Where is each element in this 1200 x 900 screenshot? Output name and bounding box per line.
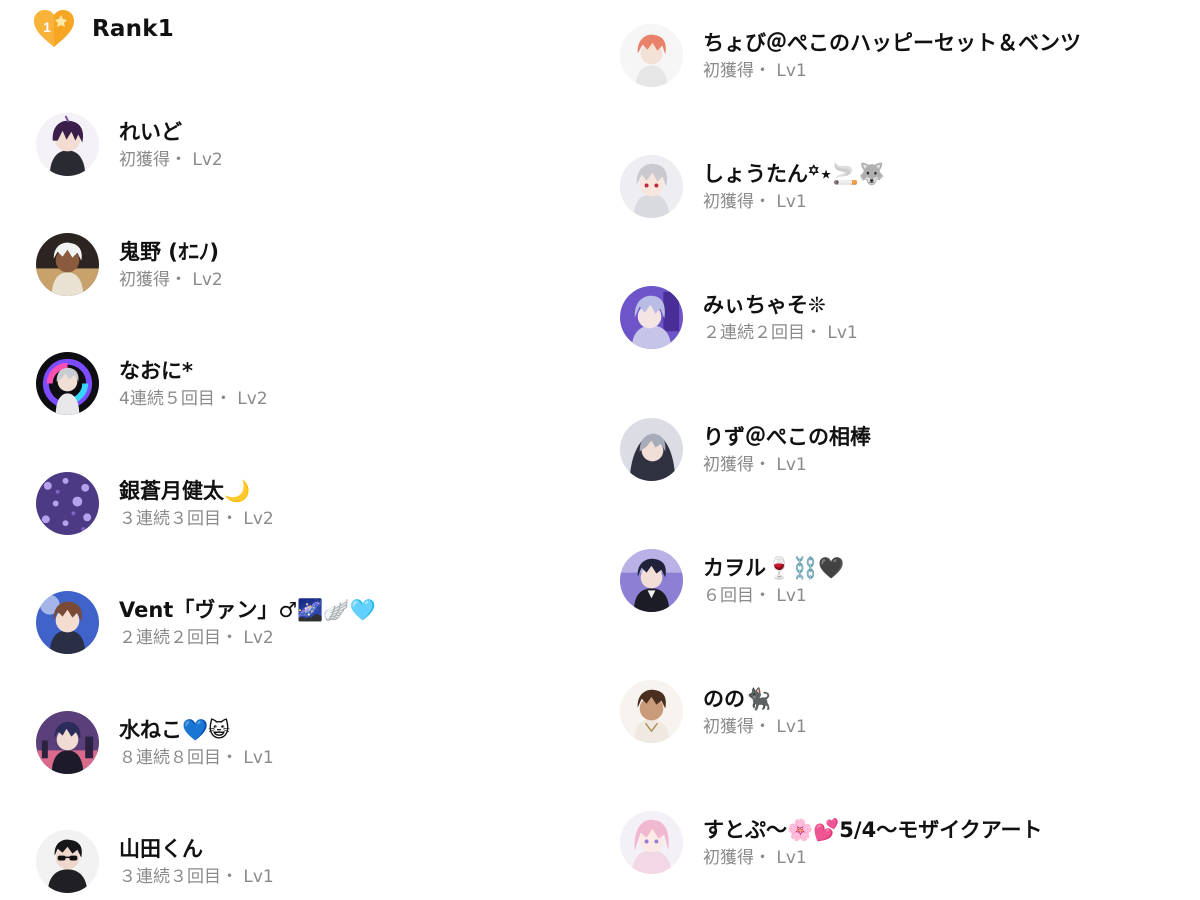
user-name: なおに* [119, 358, 193, 383]
avatar[interactable] [36, 830, 99, 893]
user-row[interactable]: しょうたん꙳⋆🚬🐺 初獲得・ Lv1 [620, 155, 885, 218]
user-row[interactable]: のの🐈‍⬛ 初獲得・ Lv1 [620, 680, 807, 743]
avatar[interactable] [620, 680, 683, 743]
avatar[interactable] [36, 711, 99, 774]
user-streak-level: 初獲得・ Lv1 [703, 454, 807, 475]
user-row[interactable]: Vent「ヴァン」♂🌌🪽🩵 ２連続２回目・ Lv2 [36, 591, 376, 654]
user-row[interactable]: みぃちゃそ❊ ２連続２回目・ Lv1 [620, 286, 858, 349]
user-name: ちょび＠ぺこのハッピーセット＆ベンツ [703, 30, 1081, 55]
user-streak-level: ２連続２回目・ Lv1 [703, 322, 858, 343]
user-row[interactable]: カヲル🍷⛓️🖤 ６回目・ Lv1 [620, 549, 844, 612]
user-streak-level: 初獲得・ Lv1 [703, 60, 807, 81]
user-name: りず＠ぺこの相棒 [703, 424, 871, 449]
user-streak-level: ２連続２回目・ Lv2 [119, 627, 274, 648]
badge-number: 1 [43, 19, 51, 35]
avatar[interactable] [620, 549, 683, 612]
user-name: Vent「ヴァン」♂🌌🪽🩵 [119, 597, 376, 622]
avatar[interactable] [36, 352, 99, 415]
avatar[interactable] [620, 811, 683, 874]
rank-title: Rank1 [92, 16, 174, 42]
user-name: 銀蒼月健太🌙 [119, 478, 251, 503]
user-streak-level: ６回目・ Lv1 [703, 585, 807, 606]
user-name: 鬼野 (ｵﾆﾉ) [119, 239, 220, 264]
user-streak-level: ３連続３回目・ Lv1 [119, 866, 274, 887]
user-row[interactable]: りず＠ぺこの相棒 初獲得・ Lv1 [620, 418, 871, 481]
user-streak-level: 初獲得・ Lv1 [703, 716, 807, 737]
user-row[interactable]: 水ねこ💙😺 ８連続８回目・ Lv1 [36, 711, 274, 774]
user-streak-level: ３連続３回目・ Lv2 [119, 508, 274, 529]
user-streak-level: 初獲得・ Lv1 [703, 847, 807, 868]
user-streak-level: ８連続８回目・ Lv1 [119, 747, 274, 768]
user-name: 山田くん [119, 836, 203, 861]
user-streak-level: 初獲得・ Lv2 [119, 269, 223, 290]
rank-header: 1 Rank1 [32, 8, 174, 50]
user-row[interactable]: すとぷ〜🌸💕5/4〜モザイクアート 初獲得・ Lv1 [620, 811, 1043, 874]
avatar[interactable] [36, 233, 99, 296]
avatar[interactable] [620, 286, 683, 349]
avatar[interactable] [36, 591, 99, 654]
user-name: しょうたん꙳⋆🚬🐺 [703, 161, 885, 186]
user-row[interactable]: れいど 初獲得・ Lv2 [36, 113, 223, 176]
avatar[interactable] [36, 113, 99, 176]
avatar[interactable] [620, 418, 683, 481]
user-streak-level: 初獲得・ Lv1 [703, 191, 807, 212]
user-name: カヲル🍷⛓️🖤 [703, 555, 845, 580]
user-row[interactable]: 山田くん ３連続３回目・ Lv1 [36, 830, 274, 893]
user-name: のの🐈‍⬛ [703, 686, 772, 711]
avatar[interactable] [620, 24, 683, 87]
avatar[interactable] [620, 155, 683, 218]
user-row[interactable]: 銀蒼月健太🌙 ３連続３回目・ Lv2 [36, 472, 274, 535]
user-row[interactable]: 鬼野 (ｵﾆﾉ) 初獲得・ Lv2 [36, 233, 223, 296]
user-name: れいど [119, 119, 182, 144]
user-row[interactable]: ちょび＠ぺこのハッピーセット＆ベンツ 初獲得・ Lv1 [620, 24, 1081, 87]
user-row[interactable]: なおに* 4連続５回目・ Lv2 [36, 352, 268, 415]
user-name: 水ねこ💙😺 [119, 717, 231, 742]
user-name: すとぷ〜🌸💕5/4〜モザイクアート [703, 817, 1043, 842]
user-streak-level: 初獲得・ Lv2 [119, 149, 223, 170]
user-name: みぃちゃそ❊ [703, 292, 826, 317]
user-streak-level: 4連続５回目・ Lv2 [119, 388, 268, 409]
avatar[interactable] [36, 472, 99, 535]
heart-rank-badge-icon: 1 [32, 9, 76, 49]
